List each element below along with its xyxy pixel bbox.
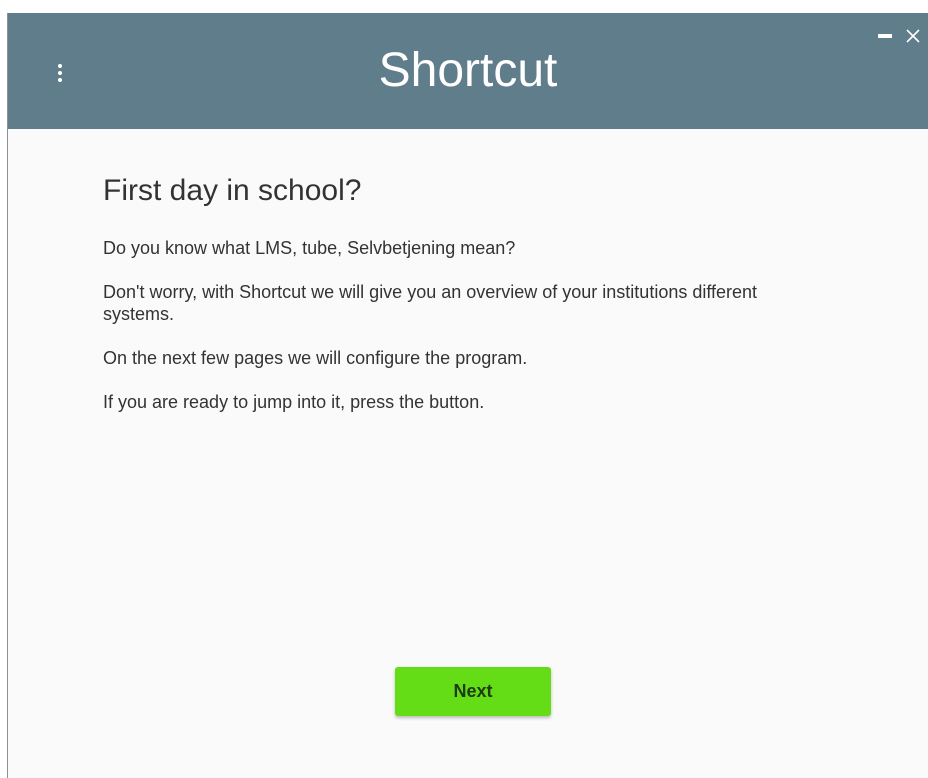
intro-content: First day in school? Do you know what LM…	[103, 173, 803, 435]
intro-paragraph-1: Do you know what LMS, tube, Selvbetjenin…	[103, 238, 516, 258]
intro-paragraph-4: If you are ready to jump into it, press …	[103, 392, 485, 412]
next-button[interactable]: Next	[395, 667, 551, 716]
window-controls	[876, 27, 922, 45]
close-icon[interactable]	[904, 27, 922, 45]
intro-paragraph-3: On the next few pages we will configure …	[103, 348, 528, 368]
page-heading: First day in school?	[103, 174, 362, 207]
intro-paragraph-2: Don't worry, with Shortcut we will give …	[103, 282, 758, 324]
app-header: Shortcut	[8, 13, 928, 129]
minimize-icon[interactable]	[876, 27, 894, 45]
app-window: Shortcut First day in school? Do you kno…	[7, 13, 928, 778]
app-title: Shortcut	[378, 44, 558, 97]
